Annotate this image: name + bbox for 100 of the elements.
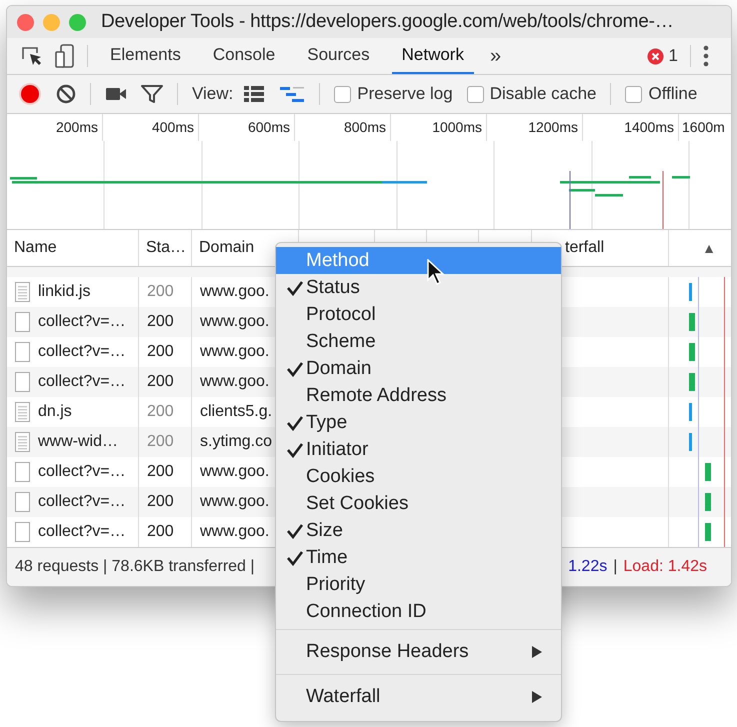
request-name[interactable]: dn.js [38,403,72,421]
menu-item[interactable]: Domain [276,355,561,382]
script-file-icon [15,282,30,302]
filter-icon[interactable] [141,84,163,104]
waterfall-bar [689,403,692,421]
status-code: 200 [147,283,174,301]
time-tick-label: 800ms [295,114,391,141]
record-button[interactable] [18,82,42,106]
checkbox-label[interactable]: Disable cache [490,84,596,104]
document-icon [15,342,30,362]
status-code: 200 [147,523,174,541]
checkbox-label[interactable]: Offline [648,84,698,104]
status-code: 200 [147,463,174,481]
script-file-icon [15,402,30,422]
menu-item[interactable]: Response Headers [276,634,561,670]
request-domain: www.goo. [200,283,270,301]
view-label: View: [192,84,234,104]
checkmark-icon [286,360,304,376]
status-code: 200 [147,373,174,391]
status-code: 200 [147,433,174,451]
panel-tab[interactable]: Elements [100,38,191,74]
checkbox[interactable] [625,86,642,102]
menu-item[interactable]: Size [276,517,561,544]
menu-item[interactable]: Scheme [276,328,561,355]
request-name[interactable]: collect?v=… [38,523,126,541]
request-domain: www.goo. [200,343,270,361]
request-name[interactable]: collect?v=… [38,313,126,331]
menu-item[interactable]: Connection ID [276,598,561,625]
checkmark-icon [286,414,304,430]
waterfall-bar [705,463,711,481]
column-header[interactable]: terfall [565,239,604,256]
menu-item[interactable]: Status [276,274,561,301]
waterfall-bar [689,313,695,331]
time-tick-label: 600ms [199,114,295,141]
status-code: 200 [147,493,174,511]
status-code: 200 [147,313,174,331]
menu-item[interactable]: Type [276,409,561,436]
request-name[interactable]: linkid.js [38,283,90,301]
dom-content-loaded-time: 1.22s [568,558,608,576]
load-time: Load: 1.42s [623,558,707,576]
request-name[interactable]: collect?v=… [38,493,126,511]
request-name[interactable]: collect?v=… [38,463,126,481]
time-tick-label: 200ms [7,114,103,141]
waterfall-bar [689,373,695,391]
close-button[interactable] [17,14,34,30]
sort-arrow[interactable]: ▲ [702,240,716,256]
checkbox-label[interactable]: Preserve log [357,84,453,104]
request-name[interactable]: collect?v=… [38,373,126,391]
panel-tab[interactable]: Sources [297,38,380,74]
more-tabs-button[interactable]: » [486,44,506,68]
checkmark-icon [286,442,304,458]
menu-item[interactable]: Initiator [276,436,561,463]
time-tick-label: 1000ms [391,114,487,141]
waterfall-bar [705,493,711,511]
checkbox[interactable] [466,86,484,102]
waterfall-view-icon[interactable] [279,85,306,103]
menu-item[interactable]: Set Cookies [276,490,561,517]
error-count[interactable]: 1 [668,46,678,66]
document-icon [15,462,30,482]
request-name[interactable]: www-wid… [38,433,118,451]
waterfall-bar [689,433,692,451]
menu-item[interactable]: Priority [276,571,561,598]
request-domain: www.goo. [200,373,270,391]
error-icon [646,48,664,64]
menu-item[interactable]: Waterfall [276,679,561,715]
list-view-icon[interactable] [243,85,266,103]
column-header[interactable]: Name [14,239,57,256]
request-domain: clients5.g. [200,403,272,421]
document-icon [15,372,30,392]
inspect-element-icon[interactable] [21,45,43,67]
time-tick-label: 1400ms [583,114,679,141]
request-name[interactable]: collect?v=… [38,343,126,361]
checkmark-icon [286,550,304,566]
request-domain: www.goo. [200,493,270,511]
checkbox[interactable] [334,86,352,102]
status-code: 200 [147,403,174,421]
checkmark-icon [286,522,304,538]
mouse-pointer-icon [427,259,445,285]
menu-item[interactable]: Protocol [276,301,561,328]
request-domain: s.ytimg.co [200,433,272,451]
waterfall-bar [705,523,711,541]
menu-item[interactable]: Time [276,544,561,571]
column-header[interactable]: Domain [199,239,254,256]
column-header[interactable]: Sta… [146,239,186,256]
status-code: 200 [147,343,174,361]
waterfall-bar [689,343,695,361]
more-options-icon[interactable] [703,45,709,67]
menu-item[interactable]: Remote Address [276,382,561,409]
document-icon [15,522,30,542]
clear-icon[interactable] [56,84,76,104]
panel-tab[interactable]: Console [202,38,286,74]
document-icon [15,312,30,332]
menu-item[interactable]: Cookies [276,463,561,490]
device-toolbar-icon[interactable] [55,44,75,68]
status-separator: | [613,558,618,576]
script-file-icon [15,432,30,452]
submenu-arrow-icon [531,645,543,659]
video-camera-icon[interactable] [105,86,127,102]
window-title: Developer Tools - https://developers.google.com/web/tools/chrome-… [101,11,674,33]
waterfall-bar [689,283,692,301]
